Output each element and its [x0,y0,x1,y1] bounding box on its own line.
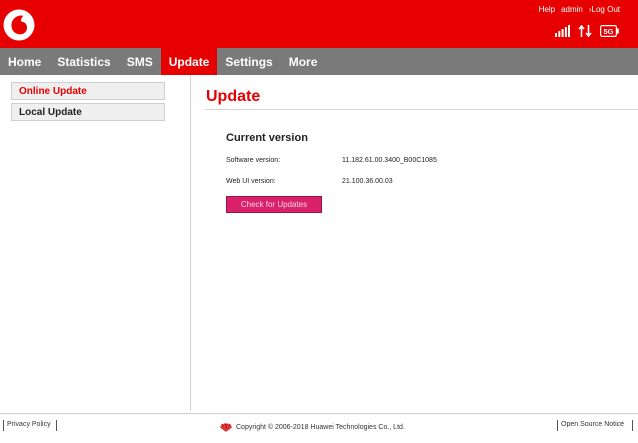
page-title: Update [206,88,261,105]
nav-home[interactable]: Home [0,48,49,75]
title-divider [205,109,638,110]
main-nav: Home Statistics SMS Update Settings More [0,48,638,75]
nav-sms[interactable]: SMS [119,48,161,75]
copyright: Copyright © 2006-2018 Huawei Technologie… [220,423,405,432]
nav-statistics[interactable]: Statistics [49,48,118,75]
open-source-notice-link[interactable]: Open Source Notice [561,421,624,428]
sidebar: Online Update Local Update [0,75,191,411]
network-badge: 5G [603,27,613,36]
privacy-policy-link[interactable]: Privacy Policy [7,421,51,428]
footer-separator [56,420,57,431]
network-4g-icon: 5G [600,25,619,37]
nav-more[interactable]: More [281,48,326,75]
status-icons: 5G [555,25,620,37]
check-for-updates-button[interactable]: Check for Updates [226,196,322,213]
footer-separator [3,420,4,431]
copyright-text: Copyright © 2006-2018 Huawei Technologie… [236,424,405,431]
top-header: Help admin ›Log Out 5G [0,0,638,48]
webui-version-label: Web UI version: [226,178,276,185]
signal-bars-icon [555,25,570,37]
vodafone-logo-icon [3,9,35,41]
logout-link[interactable]: ›Log Out [589,5,620,14]
huawei-logo-icon [220,423,232,432]
help-link[interactable]: Help [539,5,555,14]
footer-separator [557,420,558,431]
webui-version-value: 21.100.36.00.03 [342,178,393,185]
top-links: Help admin ›Log Out [539,5,620,14]
software-version-value: 11.182.61.00.3400_B00C1085 [342,157,437,164]
software-version-label: Software version: [226,157,281,164]
footer-divider [0,413,638,414]
footer-separator [632,420,633,431]
sidebar-item-local-update[interactable]: Local Update [11,103,165,121]
user-name: admin [561,5,583,14]
nav-update[interactable]: Update [160,48,218,75]
sidebar-item-online-update[interactable]: Online Update [11,82,165,100]
data-transfer-icon [578,25,592,37]
nav-settings[interactable]: Settings [217,48,280,75]
section-title: Current version [226,132,308,144]
